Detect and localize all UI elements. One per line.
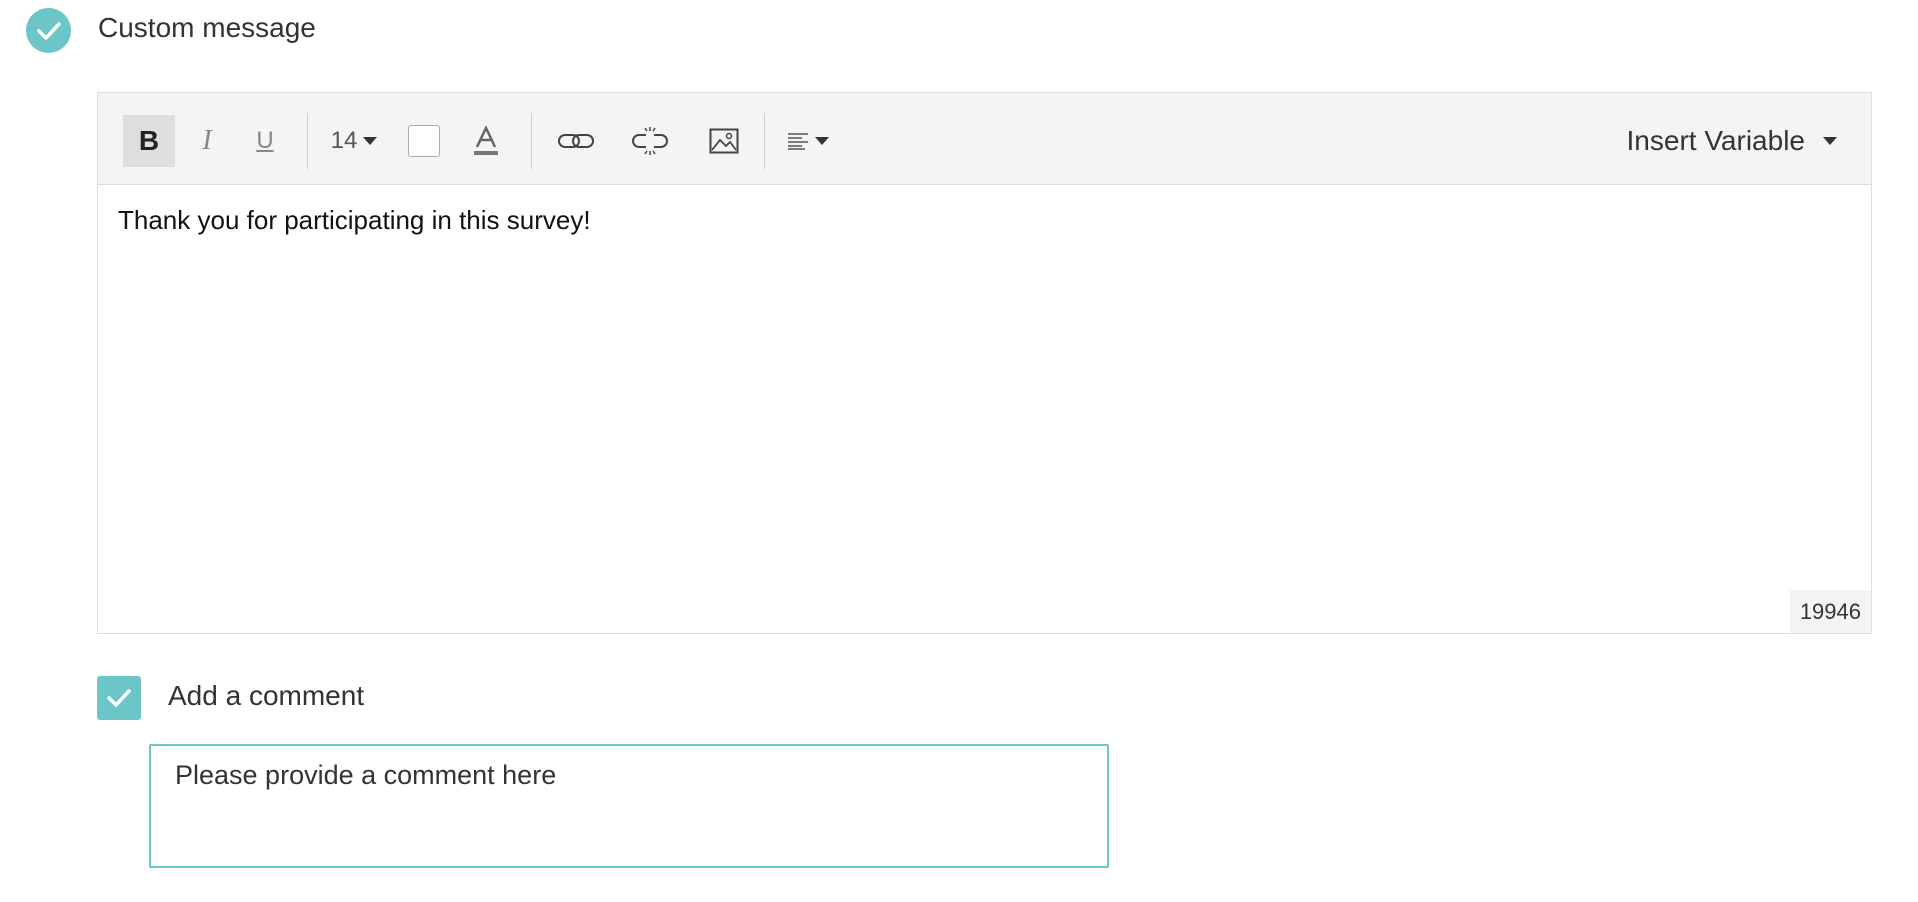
underline-button[interactable]: U [239, 115, 291, 167]
add-comment-label: Add a comment [168, 680, 365, 711]
italic-icon: I [202, 125, 212, 156]
image-icon [709, 128, 739, 154]
chevron-down-icon [363, 137, 378, 145]
comment-text: Please provide a comment here [175, 760, 557, 790]
font-size-value: 14 [330, 127, 358, 154]
align-dropdown[interactable] [782, 115, 834, 167]
unlink-icon [632, 127, 668, 155]
background-color-swatch [408, 125, 440, 157]
italic-button[interactable]: I [181, 115, 233, 167]
remove-link-button[interactable] [624, 115, 676, 167]
chevron-down-icon [815, 137, 829, 145]
comment-textarea[interactable]: Please provide a comment here [149, 744, 1109, 868]
check-icon [36, 21, 61, 40]
rich-text-editor: B I U 14 Insert Variable Thank you for p… [97, 92, 1872, 634]
custom-message-radio[interactable] [26, 8, 71, 53]
character-count: 19946 [1789, 590, 1871, 633]
bold-button[interactable]: B [123, 115, 175, 167]
toolbar-divider [764, 113, 765, 169]
insert-link-button[interactable] [550, 115, 602, 167]
bold-icon: B [138, 125, 160, 156]
background-color-button[interactable] [404, 115, 444, 167]
insert-variable-dropdown[interactable]: Insert Variable [1627, 115, 1837, 167]
text-color-button[interactable] [464, 115, 508, 167]
align-left-icon [788, 133, 808, 150]
underline-icon: U [256, 127, 274, 154]
insert-image-button[interactable] [698, 115, 750, 167]
text-color-icon [474, 125, 498, 155]
add-comment-checkbox[interactable] [97, 676, 141, 720]
check-icon [107, 689, 131, 707]
section-title: Custom message [98, 12, 316, 43]
editor-content-text: Thank you for participating in this surv… [118, 205, 591, 235]
insert-variable-label: Insert Variable [1626, 125, 1805, 156]
chevron-down-icon [1823, 137, 1837, 145]
editor-content-area[interactable]: Thank you for participating in this surv… [98, 185, 1871, 633]
font-size-dropdown[interactable]: 14 [323, 115, 385, 167]
toolbar-divider [307, 113, 308, 169]
editor-toolbar: B I U 14 Insert Variable [98, 93, 1871, 185]
toolbar-divider [531, 113, 532, 169]
link-icon [558, 134, 594, 148]
